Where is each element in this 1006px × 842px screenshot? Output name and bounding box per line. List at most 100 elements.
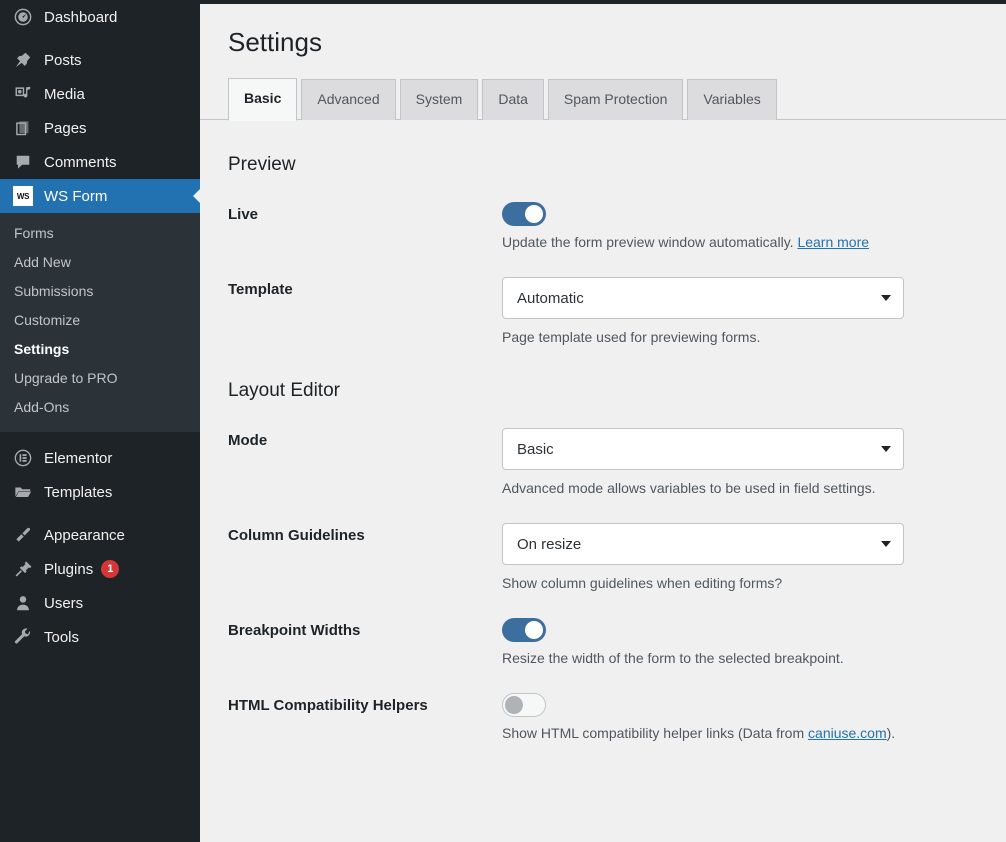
sidebar-item-label: Comments bbox=[44, 153, 117, 171]
sidebar-item-label: Elementor bbox=[44, 449, 113, 467]
sidebar-item-label: Media bbox=[44, 85, 85, 103]
help-text-after: ). bbox=[886, 725, 896, 741]
caniuse-link[interactable]: caniuse.com bbox=[808, 725, 887, 741]
wordpress-admin-screen: Dashboard Posts Media Pages Comments WS … bbox=[0, 0, 1006, 842]
chevron-down-icon bbox=[881, 446, 891, 452]
tab-basic[interactable]: Basic bbox=[228, 78, 298, 121]
submenu-item-upgrade-to-pro[interactable]: Upgrade to PRO bbox=[0, 364, 200, 393]
settings-content: Settings Basic Advanced System Data Spam… bbox=[200, 0, 1006, 842]
setting-help-mode: Advanced mode allows variables to be use… bbox=[502, 480, 876, 496]
section-heading-layout-editor: Layout Editor bbox=[228, 380, 340, 401]
live-toggle[interactable] bbox=[502, 202, 546, 226]
admin-top-bar bbox=[200, 0, 1006, 4]
toggle-knob bbox=[525, 621, 543, 639]
setting-help-column-guidelines: Show column guidelines when editing form… bbox=[502, 575, 783, 591]
toggle-knob bbox=[525, 205, 543, 223]
users-icon bbox=[8, 594, 38, 612]
setting-label-live: Live bbox=[228, 206, 259, 223]
sidebar-item-comments[interactable]: Comments bbox=[0, 145, 200, 179]
mode-select-value: Basic bbox=[517, 440, 554, 458]
pages-icon bbox=[8, 119, 38, 137]
tab-data[interactable]: Data bbox=[482, 79, 544, 120]
chevron-down-icon bbox=[881, 541, 891, 547]
setting-label-template: Template bbox=[228, 281, 293, 298]
sidebar-divider bbox=[0, 432, 200, 441]
html-compatibility-helpers-toggle[interactable] bbox=[502, 693, 546, 717]
mode-select[interactable]: Basic bbox=[502, 428, 904, 470]
admin-sidebar: Dashboard Posts Media Pages Comments WS … bbox=[0, 0, 200, 842]
submenu-item-add-ons[interactable]: Add-Ons bbox=[0, 393, 200, 422]
ws-form-logo: WS bbox=[13, 186, 33, 206]
plugins-update-badge: 1 bbox=[101, 560, 120, 578]
page-title: Settings bbox=[228, 27, 322, 57]
sidebar-divider bbox=[0, 509, 200, 518]
pin-icon bbox=[8, 51, 38, 69]
setting-label-column-guidelines: Column Guidelines bbox=[228, 527, 365, 544]
submenu-item-forms[interactable]: Forms bbox=[0, 219, 200, 248]
sidebar-divider bbox=[0, 34, 200, 43]
tab-variables[interactable]: Variables bbox=[687, 79, 777, 120]
sidebar-item-media[interactable]: Media bbox=[0, 77, 200, 111]
media-icon bbox=[8, 85, 38, 103]
column-guidelines-select-value: On resize bbox=[517, 535, 582, 553]
sidebar-item-label: Posts bbox=[44, 51, 82, 69]
setting-row-html-compatibility-helpers: HTML Compatibility Helpers Show HTML com… bbox=[228, 693, 1006, 742]
submenu-item-add-new[interactable]: Add New bbox=[0, 248, 200, 277]
setting-label-breakpoint-widths: Breakpoint Widths bbox=[228, 622, 361, 639]
sidebar-item-label: Appearance bbox=[44, 526, 125, 544]
sidebar-item-dashboard[interactable]: Dashboard bbox=[0, 0, 200, 34]
submenu-item-submissions[interactable]: Submissions bbox=[0, 277, 200, 306]
sidebar-item-label: WS Form bbox=[44, 187, 108, 205]
sidebar-item-label: Plugins bbox=[44, 560, 94, 578]
setting-label-mode: Mode bbox=[228, 432, 268, 449]
tools-icon bbox=[8, 628, 38, 646]
template-select-value: Automatic bbox=[517, 289, 584, 307]
sidebar-item-label: Users bbox=[44, 594, 84, 612]
learn-more-link[interactable]: Learn more bbox=[797, 234, 869, 250]
ws-form-icon: WS bbox=[8, 186, 38, 206]
templates-icon bbox=[8, 483, 38, 501]
template-select[interactable]: Automatic bbox=[502, 277, 904, 319]
column-guidelines-select[interactable]: On resize bbox=[502, 523, 904, 565]
elementor-icon bbox=[8, 449, 38, 467]
help-text: Update the form preview window automatic… bbox=[502, 234, 794, 250]
dashboard-icon bbox=[8, 8, 38, 26]
submenu-item-customize[interactable]: Customize bbox=[0, 306, 200, 335]
sidebar-item-users[interactable]: Users bbox=[0, 586, 200, 620]
setting-row-live: Live Update the form preview window auto… bbox=[228, 202, 1006, 251]
toggle-knob bbox=[505, 696, 523, 714]
plugins-icon bbox=[8, 560, 38, 578]
tab-spam-protection[interactable]: Spam Protection bbox=[547, 79, 684, 120]
appearance-icon bbox=[8, 526, 38, 544]
setting-help-breakpoint-widths: Resize the width of the form to the sele… bbox=[502, 650, 844, 666]
setting-row-column-guidelines: Column Guidelines On resize Show column … bbox=[228, 523, 1006, 592]
setting-row-mode: Mode Basic Advanced mode allows variable… bbox=[228, 428, 1006, 497]
sidebar-item-label: Templates bbox=[44, 483, 113, 501]
sidebar-item-tools[interactable]: Tools bbox=[0, 620, 200, 654]
sidebar-item-label: Pages bbox=[44, 119, 87, 137]
setting-help-html-compatibility-helpers: Show HTML compatibility helper links (Da… bbox=[502, 724, 1006, 742]
sidebar-item-label: Dashboard bbox=[44, 8, 118, 26]
tab-advanced[interactable]: Advanced bbox=[301, 79, 396, 120]
tab-system[interactable]: System bbox=[399, 79, 479, 120]
comments-icon bbox=[8, 153, 38, 171]
settings-tab-bar: Basic Advanced System Data Spam Protecti… bbox=[200, 78, 1006, 121]
sidebar-item-plugins[interactable]: Plugins 1 bbox=[0, 552, 200, 586]
ws-form-submenu: Forms Add New Submissions Customize Sett… bbox=[0, 213, 200, 432]
sidebar-item-ws-form[interactable]: WS WS Form bbox=[0, 179, 200, 213]
setting-row-breakpoint-widths: Breakpoint Widths Resize the width of th… bbox=[228, 618, 1006, 667]
sidebar-item-appearance[interactable]: Appearance bbox=[0, 518, 200, 552]
sidebar-item-pages[interactable]: Pages bbox=[0, 111, 200, 145]
breakpoint-widths-toggle[interactable] bbox=[502, 618, 546, 642]
submenu-item-settings[interactable]: Settings bbox=[0, 335, 200, 364]
section-heading-preview: Preview bbox=[228, 154, 296, 175]
setting-row-template: Template Automatic Page template used fo… bbox=[228, 277, 1006, 346]
setting-help-template: Page template used for previewing forms. bbox=[502, 329, 761, 345]
setting-label-html-compatibility-helpers: HTML Compatibility Helpers bbox=[228, 697, 428, 714]
setting-help-live: Update the form preview window automatic… bbox=[502, 233, 1006, 251]
help-text-before: Show HTML compatibility helper links (Da… bbox=[502, 725, 809, 741]
sidebar-item-elementor[interactable]: Elementor bbox=[0, 441, 200, 475]
sidebar-item-posts[interactable]: Posts bbox=[0, 43, 200, 77]
chevron-down-icon bbox=[881, 295, 891, 301]
sidebar-item-templates[interactable]: Templates bbox=[0, 475, 200, 509]
